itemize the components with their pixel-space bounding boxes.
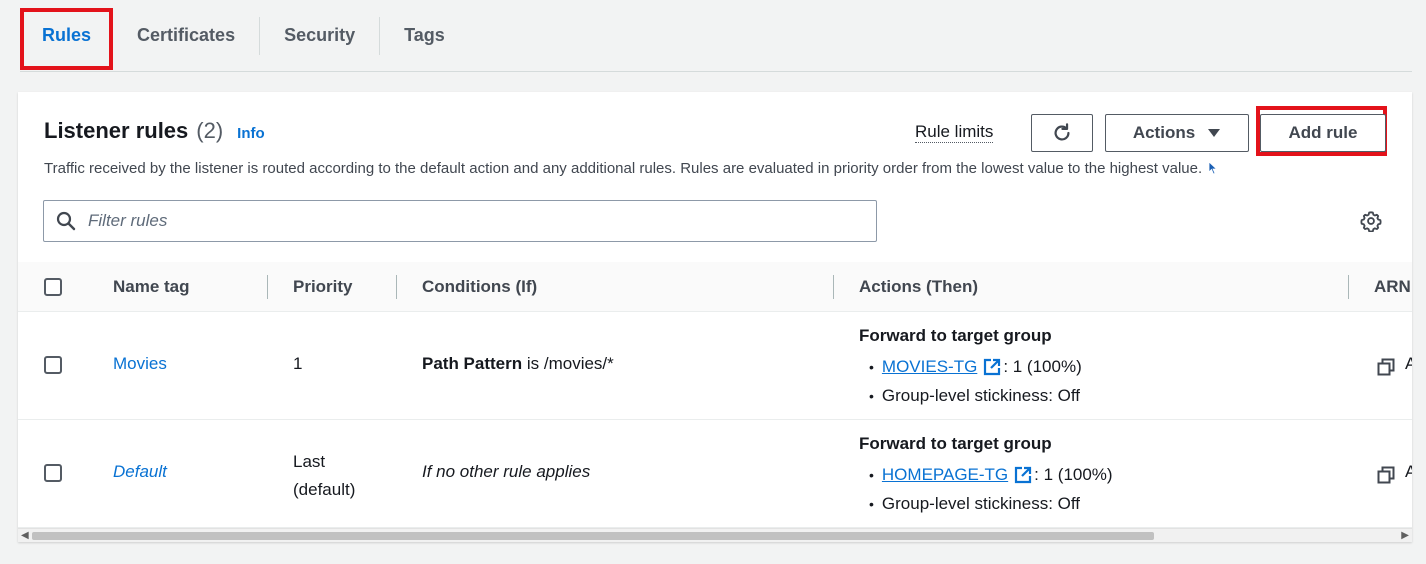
scroll-right-icon[interactable]: ▶ — [1401, 529, 1409, 542]
rule-condition: If no other rule applies — [422, 462, 591, 481]
column-actions[interactable]: Actions (Then) — [859, 262, 978, 312]
rule-limits-link[interactable]: Rule limits — [915, 122, 994, 143]
rule-condition: Path Pattern is /movies/* — [422, 354, 614, 374]
column-arn[interactable]: ARN — [1374, 262, 1411, 312]
column-divider — [833, 275, 834, 299]
select-all-checkbox[interactable] — [44, 278, 62, 296]
rule-action: Forward to target group MOVIES-TG : 1 (1… — [859, 326, 1082, 410]
column-divider — [267, 275, 268, 299]
rules-count: (2) — [196, 118, 224, 143]
scrollbar-thumb[interactable] — [32, 532, 1154, 540]
refresh-icon — [1054, 123, 1070, 141]
mouse-cursor-icon — [1208, 161, 1218, 175]
action-title: Forward to target group — [859, 326, 1052, 345]
tab-certificates[interactable]: Certificates — [113, 0, 259, 72]
rule-arn: A — [1405, 462, 1412, 481]
rules-table: Name tag Priority Conditions (If) Action… — [18, 262, 1412, 528]
panel-description: Traffic received by the listener is rout… — [44, 160, 1218, 177]
target-group-item: MOVIES-TG : 1 (100%) — [869, 352, 1082, 381]
target-group-link[interactable]: MOVIES-TG — [882, 357, 977, 377]
priority-line: (default) — [293, 480, 356, 499]
tab-tags[interactable]: Tags — [380, 0, 469, 72]
column-divider — [1348, 275, 1349, 299]
rule-name-link[interactable]: Movies — [113, 354, 167, 374]
rule-arn: A — [1405, 354, 1412, 373]
copy-icon[interactable] — [1377, 358, 1395, 376]
info-link[interactable]: Info — [237, 125, 265, 142]
column-name-tag[interactable]: Name tag — [113, 262, 190, 312]
external-link-icon[interactable] — [983, 358, 1001, 376]
external-link-icon[interactable] — [1014, 466, 1032, 484]
panel-title: Listener rules (2) Info — [44, 118, 265, 144]
add-rule-button[interactable]: Add rule — [1260, 114, 1386, 152]
rule-priority: 1 — [293, 354, 303, 373]
table-row: Movies 1 Path Pattern is /movies/* Forwa… — [18, 312, 1412, 420]
stickiness-text: Group-level stickiness: Off — [881, 385, 1080, 405]
caret-down-icon — [1208, 129, 1221, 137]
row-checkbox[interactable] — [44, 356, 62, 374]
row-checkbox[interactable] — [44, 464, 62, 482]
table-header: Name tag Priority Conditions (If) Action… — [18, 262, 1412, 312]
target-weight: : 1 (100%) — [1034, 464, 1113, 484]
refresh-button[interactable] — [1031, 114, 1093, 152]
condition-value: is /movies/* — [522, 354, 614, 373]
tab-rules[interactable]: Rules — [20, 0, 114, 72]
scroll-left-icon[interactable]: ◀ — [21, 529, 29, 542]
listener-rules-panel: Listener rules (2) Info Traffic received… — [18, 92, 1412, 542]
action-title: Forward to target group — [859, 434, 1052, 453]
gear-icon[interactable] — [1360, 210, 1382, 232]
filter-rules-search — [43, 200, 877, 242]
panel-description-text: Traffic received by the listener is rout… — [44, 160, 1203, 177]
rule-priority: Last (default) — [293, 448, 355, 504]
stickiness-item: Group-level stickiness: Off — [869, 381, 1082, 410]
condition-type: Path Pattern — [422, 354, 523, 373]
priority-line: Last — [293, 452, 326, 471]
panel-title-text: Listener rules — [44, 118, 189, 143]
actions-dropdown[interactable]: Actions — [1105, 114, 1249, 152]
tab-security[interactable]: Security — [260, 0, 379, 72]
stickiness-item: Group-level stickiness: Off — [869, 489, 1113, 518]
actions-label: Actions — [1132, 123, 1196, 142]
target-group-link[interactable]: HOMEPAGE-TG — [882, 465, 1008, 485]
filter-rules-input[interactable] — [86, 210, 846, 232]
rule-action: Forward to target group HOMEPAGE-TG : 1 … — [859, 434, 1113, 518]
stickiness-text: Group-level stickiness: Off — [881, 493, 1080, 513]
target-weight: : 1 (100%) — [1003, 356, 1082, 376]
column-divider — [396, 275, 397, 299]
rule-name-link[interactable]: Default — [113, 462, 167, 482]
target-group-item: HOMEPAGE-TG : 1 (100%) — [869, 460, 1113, 489]
search-icon — [56, 211, 76, 231]
column-priority[interactable]: Priority — [293, 262, 353, 312]
tab-bar: Rules Certificates Security Tags — [20, 0, 1412, 72]
column-conditions[interactable]: Conditions (If) — [422, 262, 537, 312]
copy-icon[interactable] — [1377, 466, 1395, 484]
horizontal-scrollbar[interactable]: ◀ ▶ — [18, 528, 1412, 542]
table-row: Default Last (default) If no other rule … — [18, 420, 1412, 528]
